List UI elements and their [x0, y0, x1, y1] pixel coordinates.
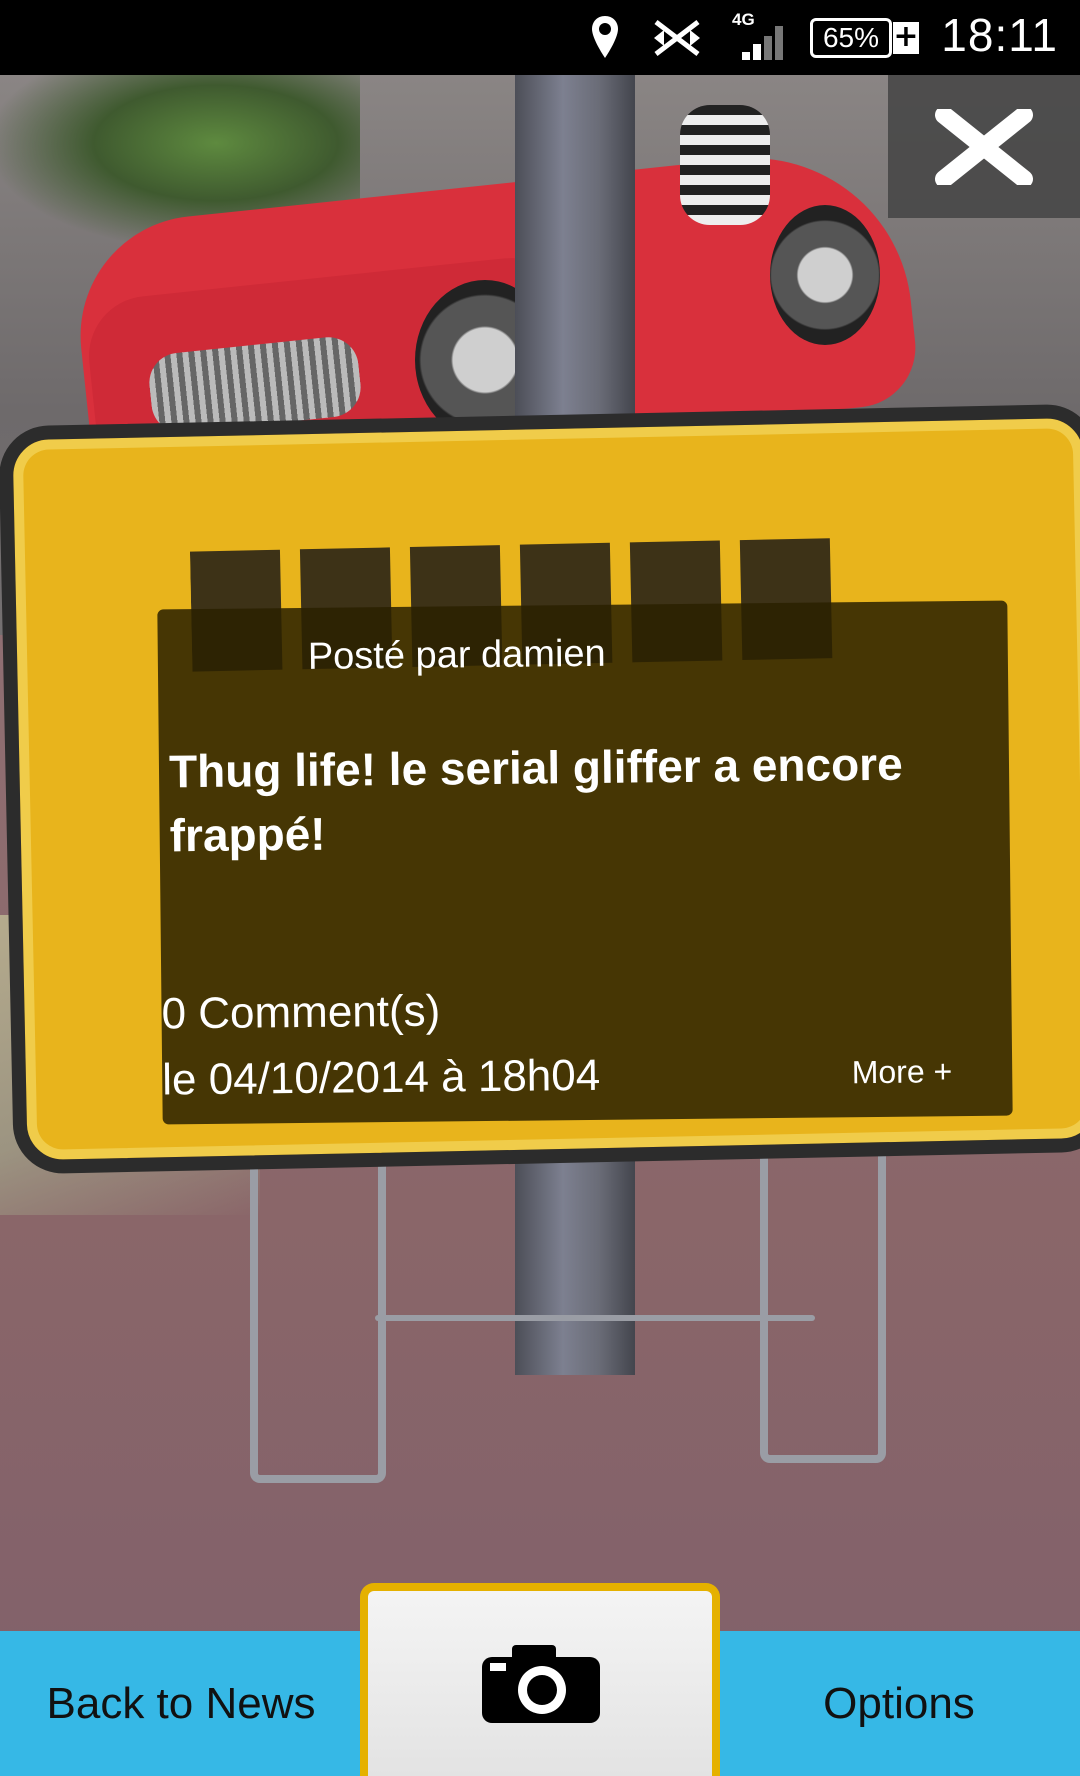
back-to-news-button[interactable]: Back to News	[0, 1631, 362, 1776]
post-card[interactable]: Posté par damien Thug life! le serial gl…	[157, 600, 1013, 1125]
close-icon	[935, 108, 1033, 185]
signal-icon	[742, 26, 783, 60]
post-author: Posté par damien	[307, 632, 606, 678]
camera-button[interactable]	[360, 1583, 720, 1776]
back-to-news-label: Back to News	[46, 1678, 316, 1728]
options-label: Options	[823, 1678, 975, 1728]
location-icon	[592, 16, 618, 58]
close-button[interactable]	[888, 75, 1080, 218]
battery-level: 65%	[822, 22, 880, 53]
post-title: Thug life! le serial gliffer a encore fr…	[168, 737, 903, 862]
post-comments-count[interactable]: 0 Comment(s)	[161, 987, 440, 1040]
options-button[interactable]: Options	[718, 1631, 1080, 1776]
charging-indicator: +	[893, 19, 919, 54]
status-bar: 4G 65% + 18:11	[0, 0, 1080, 75]
car-seat	[680, 105, 770, 225]
camera-icon	[482, 1645, 600, 1723]
car-wheel-rear	[770, 205, 880, 345]
more-button[interactable]: More +	[852, 1053, 953, 1091]
clock: 18:11	[941, 9, 1058, 61]
battery-icon: 65%	[810, 18, 892, 58]
sign-stand-bar	[375, 1315, 815, 1321]
post-date: le 04/10/2014 à 18h04	[161, 1050, 601, 1105]
sync-off-icon	[654, 20, 700, 56]
